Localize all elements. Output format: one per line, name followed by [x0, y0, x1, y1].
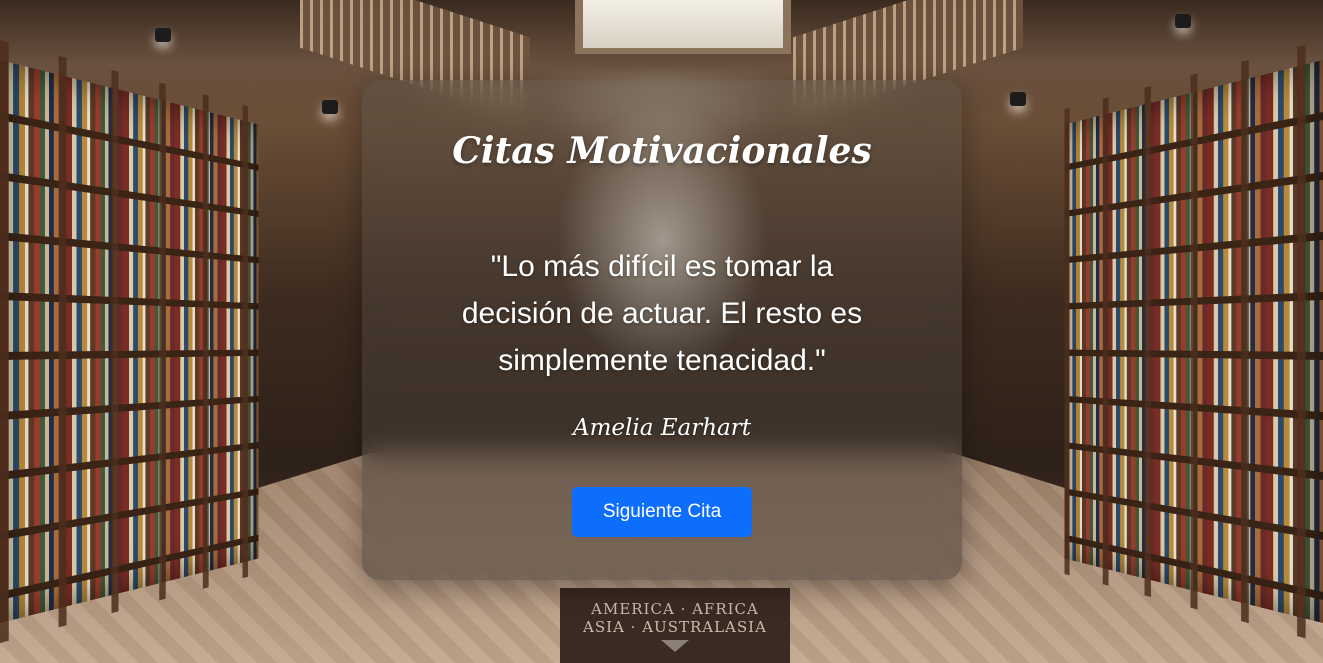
- stair-sign: AMERICA · AFRICA ASIA · AUSTRALASIA: [560, 588, 790, 663]
- ceiling-lamp-icon: [1010, 92, 1026, 106]
- quote-card: Citas Motivacionales "Lo más difícil es …: [362, 80, 962, 580]
- arrow-down-icon: [661, 640, 689, 652]
- ceiling-lamp-icon: [155, 28, 171, 42]
- stair-sign-line2: ASIA · AUSTRALASIA: [583, 618, 767, 636]
- next-quote-button[interactable]: Siguiente Cita: [572, 487, 752, 537]
- ceiling-lamp-icon: [322, 100, 338, 114]
- shelf-uprights-left: [0, 40, 259, 643]
- shelf-uprights-right: [1064, 40, 1323, 643]
- stair-sign-line1: AMERICA · AFRICA: [591, 600, 759, 618]
- skylight: [575, 0, 791, 54]
- quote-text: "Lo más difícil es tomar la decisión de …: [461, 250, 863, 377]
- page-title: Citas Motivacionales: [452, 130, 872, 172]
- ceiling-lamp-icon: [1175, 14, 1191, 28]
- quote-author: Amelia Earhart: [572, 415, 752, 441]
